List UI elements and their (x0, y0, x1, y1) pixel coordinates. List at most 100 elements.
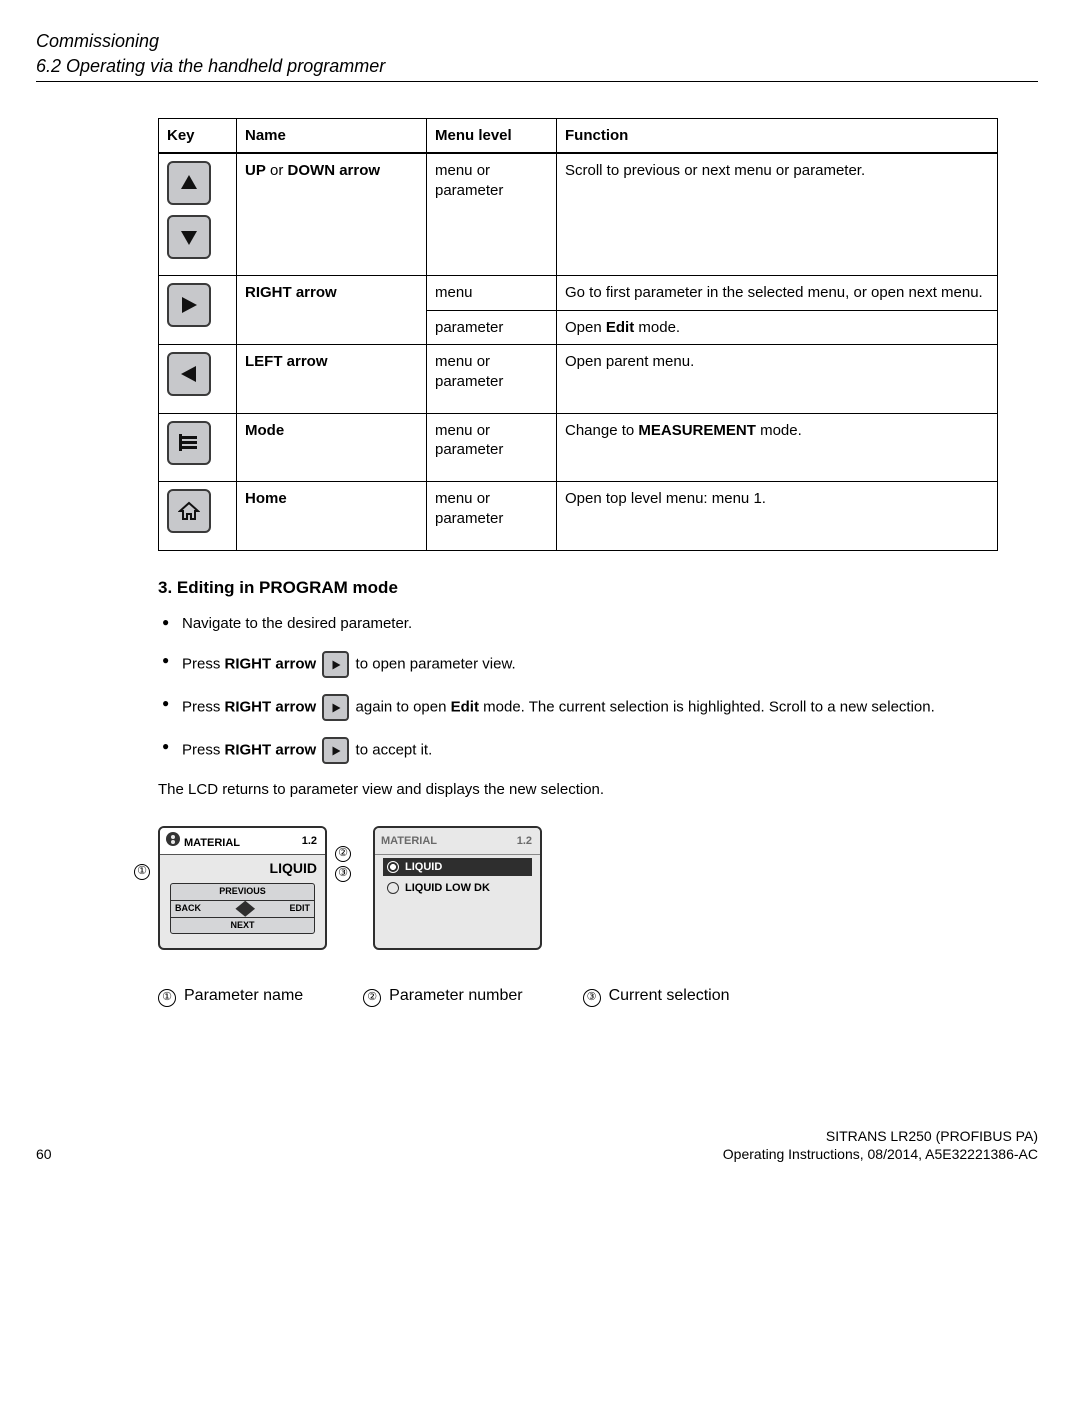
table-row: Mode menu or parameter Change to MEASURE… (159, 413, 998, 482)
bold-text: Edit (606, 319, 634, 336)
cell-name-home: Home (237, 482, 427, 551)
text: Open (565, 319, 606, 336)
right-arrow-icon (167, 283, 211, 327)
text: Press (182, 742, 225, 759)
text: mode. (634, 319, 680, 336)
cell-level-updown: menu or parameter (427, 153, 557, 276)
cell-name-right: RIGHT arrow (237, 276, 427, 345)
option-label: LIQUID LOW DK (405, 881, 490, 895)
menu-dots-icon (166, 832, 180, 846)
down-arrow-icon (167, 215, 211, 259)
lcd-current-value: LIQUID (160, 855, 325, 877)
lcd-option-selected: LIQUID (383, 858, 532, 876)
right-arrow-icon (322, 694, 349, 721)
footer-doc-info: Operating Instructions, 08/2014, A5E3222… (723, 1145, 1038, 1163)
nav-previous: PREVIOUS (171, 884, 314, 900)
legend-num-1-icon: ① (158, 989, 176, 1007)
right-arrow-icon (322, 737, 349, 764)
legend-label: Parameter name (184, 987, 303, 1004)
text: to open parameter view. (356, 656, 516, 673)
legend-label: Current selection (609, 987, 730, 1004)
lcd-option: LIQUID LOW DK (383, 879, 532, 897)
cell-level-right-2: parameter (427, 310, 557, 345)
cell-func-right-2: Open Edit mode. (557, 310, 998, 345)
list-item: Press RIGHT arrow again to open Edit mod… (158, 694, 998, 721)
cell-key-right (159, 276, 237, 345)
nav-next: NEXT (171, 918, 314, 934)
text: to accept it. (356, 742, 433, 759)
bold-text: RIGHT arrow (225, 742, 317, 759)
bold-text: MEASUREMENT (638, 422, 756, 439)
cell-func-updown: Scroll to previous or next menu or param… (557, 153, 998, 276)
text: mode. The current selection is highlight… (479, 699, 935, 716)
header-subtitle: 6.2 Operating via the handheld programme… (36, 55, 1038, 78)
cell-key-home (159, 482, 237, 551)
text: Press (182, 699, 225, 716)
th-function: Function (557, 118, 998, 153)
cell-key-updown (159, 153, 237, 276)
nav-back: BACK (175, 903, 201, 915)
th-name: Name (237, 118, 427, 153)
bold-text: DOWN arrow (288, 162, 381, 179)
text: or (266, 162, 288, 179)
lcd-parameter-view: ① ② ③ MATERIAL 1.2 LIQUID PREVIOUS BACK … (158, 826, 327, 950)
table-header-row: Key Name Menu level Function (159, 118, 998, 153)
text: again to open (356, 699, 451, 716)
table-row: Home menu or parameter Open top level me… (159, 482, 998, 551)
lcd-nav-pad: PREVIOUS BACK EDIT NEXT (170, 883, 315, 934)
bold-text: Edit (451, 699, 479, 716)
table-row: UP or DOWN arrow menu or parameter Scrol… (159, 153, 998, 276)
nav-diamond-icon (231, 901, 259, 917)
page-footer: 60 SITRANS LR250 (PROFIBUS PA) Operating… (36, 1127, 1038, 1163)
text: Change to (565, 422, 638, 439)
cell-func-mode: Change to MEASUREMENT mode. (557, 413, 998, 482)
cell-func-home: Open top level menu: menu 1. (557, 482, 998, 551)
left-arrow-icon (167, 352, 211, 396)
footer-doc-title: SITRANS LR250 (PROFIBUS PA) (723, 1127, 1038, 1145)
cell-key-mode (159, 413, 237, 482)
lcd-title: MATERIAL (184, 837, 240, 849)
lcd-edit-view: MATERIAL 1.2 LIQUID LIQUID LOW DK (373, 826, 542, 950)
lcd-illustration-row: ① ② ③ MATERIAL 1.2 LIQUID PREVIOUS BACK … (158, 826, 998, 950)
header-rule (36, 81, 1038, 82)
table-row: LEFT arrow menu or parameter Open parent… (159, 345, 998, 414)
cell-level-mode: menu or parameter (427, 413, 557, 482)
cell-func-left: Open parent menu. (557, 345, 998, 414)
callout-1-icon: ① (134, 864, 150, 880)
cell-key-left (159, 345, 237, 414)
text: mode. (756, 422, 802, 439)
radio-selected-icon (387, 861, 399, 873)
up-arrow-icon (167, 161, 211, 205)
cell-level-right-1: menu (427, 276, 557, 311)
lcd-param-number: 1.2 (517, 834, 532, 848)
bold-text: RIGHT arrow (225, 656, 317, 673)
cell-func-right-1: Go to first parameter in the selected me… (557, 276, 998, 311)
cell-name-left: LEFT arrow (237, 345, 427, 414)
legend-num-2-icon: ② (363, 989, 381, 1007)
cell-name-updown: UP or DOWN arrow (237, 153, 427, 276)
callout-3-icon: ③ (335, 866, 351, 882)
th-key: Key (159, 118, 237, 153)
main-content: Key Name Menu level Function UP or DOWN … (158, 118, 998, 1007)
right-arrow-icon (322, 651, 349, 678)
cell-name-mode: Mode (237, 413, 427, 482)
cell-level-left: menu or parameter (427, 345, 557, 414)
instruction-list: Navigate to the desired parameter. Press… (158, 613, 998, 765)
legend-label: Parameter number (389, 987, 522, 1004)
legend-num-3-icon: ③ (583, 989, 601, 1007)
table-row: RIGHT arrow menu Go to first parameter i… (159, 276, 998, 311)
cell-level-home: menu or parameter (427, 482, 557, 551)
radio-unselected-icon (387, 882, 399, 894)
list-item: Navigate to the desired parameter. (158, 613, 998, 636)
list-item: Press RIGHT arrow to open parameter view… (158, 651, 998, 678)
lcd-param-number: 1.2 (302, 834, 317, 848)
option-label: LIQUID (405, 860, 442, 874)
bold-text: RIGHT arrow (225, 699, 317, 716)
text: Press (182, 656, 225, 673)
callout-legend: ① Parameter name ② Parameter number ③ Curre… (158, 986, 998, 1007)
header-title: Commissioning (36, 30, 1038, 53)
footer-page-number: 60 (36, 1145, 52, 1163)
home-icon (167, 489, 211, 533)
nav-edit: EDIT (289, 903, 310, 915)
bold-text: UP (245, 162, 266, 179)
